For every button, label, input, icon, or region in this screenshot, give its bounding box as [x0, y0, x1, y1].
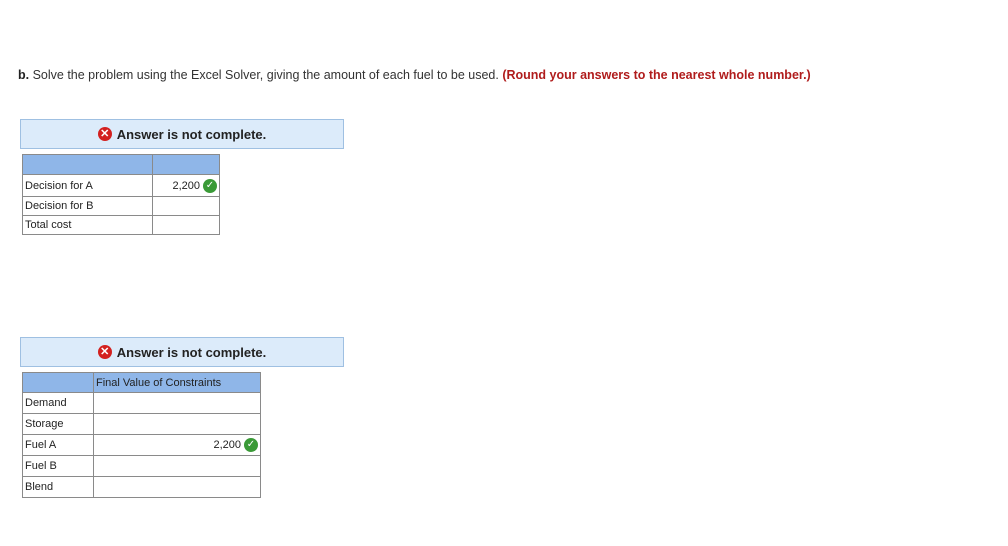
banner-text-2: Answer is not complete.: [116, 344, 267, 360]
table-header-value: [152, 154, 220, 175]
fuel-b-input[interactable]: [93, 455, 261, 477]
table-row: Decision for A 2,200 ✓: [22, 174, 220, 197]
row-label: Fuel A: [22, 434, 94, 456]
row-label: Demand: [22, 392, 94, 414]
prompt-text: Solve the problem using the Excel Solver…: [29, 68, 503, 82]
constraints-table: Final Value of Constraints Demand Storag…: [22, 372, 261, 498]
table-row: Storage: [22, 413, 261, 435]
x-circle-icon: ✕: [97, 345, 112, 359]
table-row: Decision for B: [22, 196, 220, 216]
storage-input[interactable]: [93, 413, 261, 435]
table-header-blank: [22, 154, 153, 175]
answer-status-banner-2: ✕ Answer is not complete.: [20, 337, 344, 367]
question-prompt: b. Solve the problem using the Excel Sol…: [18, 68, 898, 83]
row-label: Fuel B: [22, 455, 94, 477]
decision-table: Decision for A 2,200 ✓ Decision for B Tot…: [22, 154, 220, 235]
row-label: Blend: [22, 476, 94, 498]
row-label: Decision for A: [22, 174, 153, 197]
blend-input[interactable]: [93, 476, 261, 498]
part-label: b.: [18, 68, 30, 82]
table-row: Fuel B: [22, 455, 261, 477]
check-circle-icon: ✓: [244, 438, 258, 452]
total-cost-input[interactable]: [152, 215, 220, 235]
rounding-instruction: (Round your answers to the nearest whole…: [502, 68, 811, 82]
table-row: Total cost: [22, 215, 220, 235]
table-row: Fuel A 2,200 ✓: [22, 434, 261, 456]
table-row: Demand: [22, 392, 261, 414]
banner-text-1: Answer is not complete.: [116, 126, 267, 142]
answer-status-banner-1: ✕ Answer is not complete.: [20, 119, 344, 149]
table-row: Blend: [22, 476, 261, 498]
check-circle-icon: ✓: [203, 178, 217, 193]
table-header-final-value: Final Value of Constraints: [93, 372, 261, 393]
row-label: Storage: [22, 413, 94, 435]
row-label: Total cost: [22, 215, 153, 235]
x-circle-icon: ✕: [97, 127, 112, 141]
decision-a-input[interactable]: 2,200 ✓: [152, 174, 220, 197]
decision-b-input[interactable]: [152, 196, 220, 216]
row-label: Decision for B: [22, 196, 153, 216]
demand-input[interactable]: [93, 392, 261, 414]
fuel-a-input[interactable]: 2,200 ✓: [93, 434, 261, 456]
table-header-blank: [22, 372, 94, 393]
